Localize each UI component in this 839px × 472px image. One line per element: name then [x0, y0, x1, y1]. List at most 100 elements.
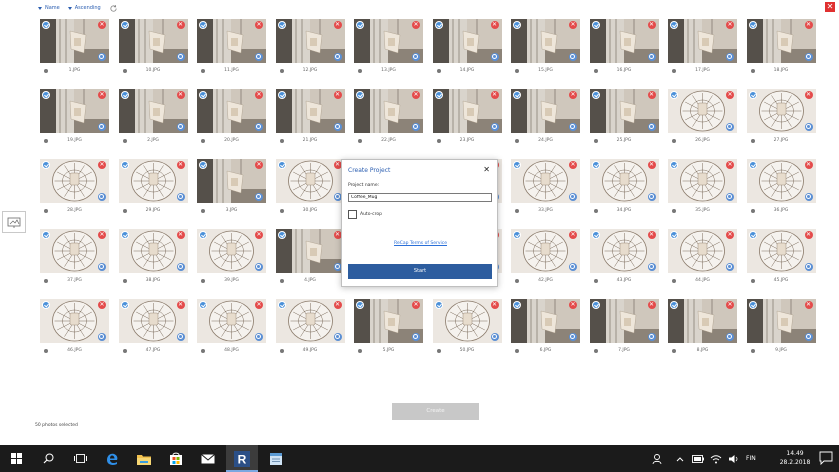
selected-check-icon[interactable] [513, 91, 521, 99]
photo-thumbnail[interactable]: ✕ [354, 19, 423, 63]
remove-photo-icon[interactable]: ✕ [647, 231, 656, 239]
remove-photo-icon[interactable]: ✕ [176, 301, 185, 309]
photo-thumbnail[interactable]: ✕ [354, 89, 423, 133]
selected-check-icon[interactable] [748, 231, 757, 239]
remove-photo-icon[interactable]: ✕ [569, 161, 577, 169]
photo-thumbnail[interactable]: ✕ [118, 159, 188, 203]
zoom-icon[interactable] [490, 53, 499, 61]
zoom-icon[interactable] [569, 123, 577, 131]
photo-tile[interactable]: ✕ 15.JPG [511, 19, 580, 77]
mail-icon[interactable] [192, 445, 224, 472]
remove-photo-icon[interactable]: ✕ [255, 21, 263, 29]
zoom-icon[interactable] [333, 123, 342, 131]
selected-check-icon[interactable] [277, 161, 286, 169]
remove-photo-icon[interactable]: ✕ [176, 21, 185, 29]
photo-thumbnail[interactable]: ✕ [511, 159, 580, 203]
zoom-icon[interactable] [804, 193, 813, 201]
remove-photo-icon[interactable]: ✕ [804, 21, 813, 29]
notepad-icon[interactable] [260, 445, 292, 472]
photo-thumbnail[interactable]: ✕ [746, 89, 816, 133]
selected-check-icon[interactable] [434, 91, 443, 99]
photo-thumbnail[interactable]: ✕ [40, 89, 109, 133]
photo-tile[interactable]: ✕ 7.JPG [589, 299, 659, 357]
selected-check-icon[interactable] [42, 161, 50, 169]
zoom-icon[interactable] [726, 123, 734, 131]
remove-photo-icon[interactable]: ✕ [490, 91, 499, 99]
photo-tile[interactable]: ✕ 37.JPG [40, 229, 109, 287]
photo-thumbnail[interactable]: ✕ [589, 19, 659, 63]
photo-tile[interactable]: ✕ 21.JPG [275, 89, 345, 147]
chevron-up-icon[interactable] [676, 456, 684, 462]
zoom-icon[interactable] [98, 53, 106, 61]
battery-icon[interactable] [692, 454, 704, 463]
photo-thumbnail[interactable]: ✕ [40, 229, 109, 273]
remove-photo-icon[interactable]: ✕ [98, 161, 106, 169]
selected-check-icon[interactable] [513, 21, 521, 29]
zoom-icon[interactable] [726, 193, 734, 201]
remove-photo-icon[interactable]: ✕ [255, 301, 263, 309]
zoom-icon[interactable] [726, 53, 734, 61]
input-language[interactable]: FIN [746, 455, 756, 462]
selected-check-icon[interactable] [434, 21, 443, 29]
remove-photo-icon[interactable]: ✕ [255, 91, 263, 99]
photo-tile[interactable]: ✕ 30.JPG [275, 159, 345, 217]
photo-tile[interactable]: ✕ 18.JPG [746, 19, 816, 77]
photo-thumbnail[interactable]: ✕ [668, 19, 737, 63]
remove-photo-icon[interactable]: ✕ [412, 21, 420, 29]
remove-photo-icon[interactable]: ✕ [333, 91, 342, 99]
photo-thumbnail[interactable]: ✕ [589, 159, 659, 203]
photo-thumbnail[interactable]: ✕ [40, 299, 109, 343]
selected-check-icon[interactable] [591, 161, 600, 169]
photo-tile[interactable]: ✕ 44.JPG [668, 229, 737, 287]
photo-tile[interactable]: ✕ 42.JPG [511, 229, 580, 287]
selected-check-icon[interactable] [356, 91, 364, 99]
zoom-icon[interactable] [176, 263, 185, 271]
zoom-icon[interactable] [98, 263, 106, 271]
selected-check-icon[interactable] [591, 301, 600, 309]
zoom-icon[interactable] [255, 53, 263, 61]
remove-photo-icon[interactable]: ✕ [412, 301, 420, 309]
zoom-icon[interactable] [176, 53, 185, 61]
photo-thumbnail[interactable]: ✕ [589, 299, 659, 343]
photo-thumbnail[interactable]: ✕ [197, 229, 266, 273]
zoom-icon[interactable] [647, 193, 656, 201]
remove-photo-icon[interactable]: ✕ [726, 301, 734, 309]
photo-tile[interactable]: ✕ 47.JPG [118, 299, 188, 357]
selected-check-icon[interactable] [199, 91, 207, 99]
photo-thumbnail[interactable]: ✕ [746, 229, 816, 273]
selected-check-icon[interactable] [513, 231, 521, 239]
selected-check-icon[interactable] [42, 91, 50, 99]
photo-tile[interactable]: ✕ 1.JPG [40, 19, 109, 77]
zoom-icon[interactable] [569, 263, 577, 271]
selected-check-icon[interactable] [670, 21, 678, 29]
remove-photo-icon[interactable]: ✕ [569, 231, 577, 239]
project-name-input[interactable] [348, 193, 492, 202]
zoom-icon[interactable] [176, 193, 185, 201]
photo-tile[interactable]: ✕ 50.JPG [432, 299, 502, 357]
selected-check-icon[interactable] [434, 301, 443, 309]
photo-thumbnail[interactable]: ✕ [275, 229, 345, 273]
zoom-icon[interactable] [412, 123, 420, 131]
photo-thumbnail[interactable]: ✕ [197, 159, 266, 203]
zoom-icon[interactable] [490, 123, 499, 131]
zoom-icon[interactable] [569, 333, 577, 341]
photo-tile[interactable]: ✕ 8.JPG [668, 299, 737, 357]
photo-tile[interactable]: ✕ 45.JPG [746, 229, 816, 287]
photo-tile[interactable]: ✕ 43.JPG [589, 229, 659, 287]
selected-check-icon[interactable] [199, 21, 207, 29]
zoom-icon[interactable] [255, 193, 263, 201]
photo-tile[interactable]: ✕ 26.JPG [668, 89, 737, 147]
photo-tile[interactable]: ✕ 3.JPG [197, 159, 266, 217]
photo-tile[interactable]: ✕ 24.JPG [511, 89, 580, 147]
photo-tile[interactable]: ✕ 16.JPG [589, 19, 659, 77]
remove-photo-icon[interactable]: ✕ [569, 91, 577, 99]
photo-thumbnail[interactable]: ✕ [668, 229, 737, 273]
selected-check-icon[interactable] [591, 231, 600, 239]
remove-photo-icon[interactable]: ✕ [569, 21, 577, 29]
zoom-icon[interactable] [490, 333, 499, 341]
remove-photo-icon[interactable]: ✕ [98, 91, 106, 99]
photo-tile[interactable]: ✕ 14.JPG [432, 19, 502, 77]
remove-photo-icon[interactable]: ✕ [176, 91, 185, 99]
photo-tile[interactable]: ✕ 12.JPG [275, 19, 345, 77]
photo-thumbnail[interactable]: ✕ [746, 159, 816, 203]
